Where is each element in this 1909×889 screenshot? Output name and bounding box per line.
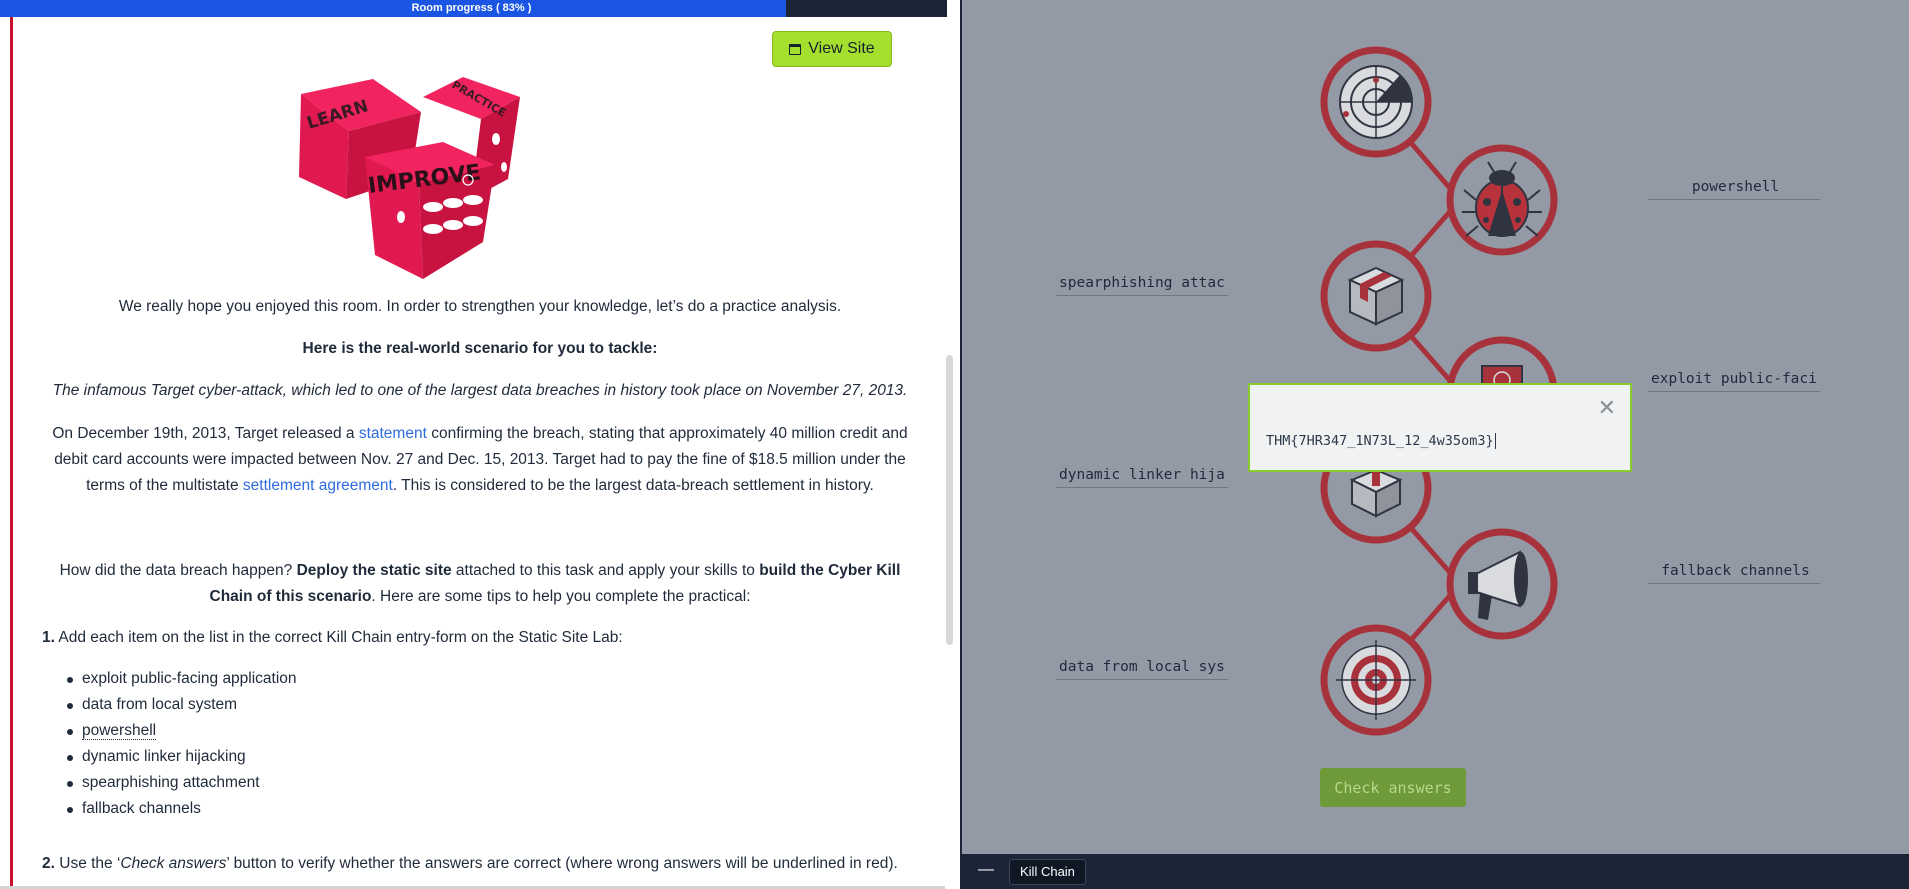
step-1-number: 1. [42, 629, 55, 646]
minimize-icon[interactable]: — [978, 862, 994, 878]
slot-dynamic-linker[interactable]: dynamic linker hija [1056, 464, 1228, 488]
powershell-abbr[interactable]: powershell [82, 722, 157, 740]
list-item: powershell [67, 718, 297, 744]
step-2-number: 2. [42, 855, 55, 872]
radar-icon [1320, 46, 1432, 158]
scenario-summary: The infamous Target cyber-attack, which … [52, 382, 908, 399]
how-bold-1: Deploy the static site [296, 562, 452, 579]
how-paragraph: How did the data breach happen? Deploy t… [41, 558, 919, 610]
close-icon[interactable]: ✕ [1598, 397, 1616, 419]
how-text-2: attached to this task and apply your ski… [451, 562, 760, 579]
check-answers-button[interactable]: Check answers [1320, 768, 1466, 807]
list-item: exploit public-facing application [67, 666, 297, 692]
slot-powershell[interactable]: powershell [1648, 176, 1820, 200]
panel-divider [960, 0, 962, 889]
slot-fallback-channels[interactable]: fallback channels [1648, 560, 1820, 584]
breach-paragraph: On December 19th, 2013, Target released … [41, 421, 919, 499]
flag-value: THM{7HR347_1N73L_12_4w35om3} [1266, 433, 1494, 449]
taskbar-tab-kill-chain[interactable]: Kill Chain [1009, 859, 1086, 885]
megaphone-icon [1446, 528, 1558, 640]
taskbar: — Kill Chain [960, 854, 1909, 889]
step-2: 2. Use the ‘Check answers’ button to ver… [42, 851, 922, 877]
learn-practice-improve-dice-image: LEARN PRACTICE IMPROVE [299, 77, 520, 279]
slot-spearphishing[interactable]: spearphishing attac [1056, 272, 1228, 296]
flag-popup: ✕ THM{7HR347_1N73L_12_4w35om3} [1248, 383, 1632, 472]
list-item: dynamic linker hijacking [67, 744, 297, 770]
ladybug-icon [1446, 144, 1558, 256]
slot-data-local-system[interactable]: data from local sys [1056, 656, 1228, 680]
step-2-text-a: Use the ‘ [54, 855, 121, 872]
task-content: LEARN PRACTICE IMPROVE We really hope yo… [13, 17, 933, 889]
text-caret [1494, 433, 1496, 449]
statement-link[interactable]: statement [359, 425, 427, 442]
step-2-text-b: ’ button to verify whether the answers a… [226, 855, 898, 872]
step-1: 1. Add each item on the list in the corr… [42, 625, 922, 651]
target-icon [1320, 624, 1432, 736]
room-progress-bar: Room progress ( 83% ) [0, 0, 947, 17]
window-icon [789, 43, 802, 55]
step-2-italic: Check answers [120, 855, 227, 872]
step-1-text: Add each item on the list in the correct… [54, 629, 623, 646]
breach-text-3: . This is considered to be the largest d… [392, 477, 874, 494]
how-text-3: . Here are some tips to help you complet… [371, 588, 751, 605]
kill-chain-items-list: exploit public-facing application data f… [67, 666, 297, 822]
list-item: data from local system [67, 692, 297, 718]
package-icon [1320, 240, 1432, 352]
slot-exploit[interactable]: exploit public-faci [1648, 368, 1820, 392]
intro-text: We really hope you enjoyed this room. In… [118, 298, 842, 315]
how-text-1: How did the data breach happen? [59, 562, 297, 579]
list-item: fallback channels [67, 796, 297, 822]
view-site-button[interactable]: View Site [772, 31, 892, 67]
settlement-agreement-link[interactable]: settlement agreement [243, 477, 393, 494]
scenario-heading: Here is the real-world scenario for you … [302, 340, 658, 357]
view-site-label: View Site [808, 40, 875, 57]
list-item: spearphishing attachment [67, 770, 297, 796]
breach-text-1: On December 19th, 2013, Target released … [52, 425, 359, 442]
room-progress-label: Room progress ( 83% ) [411, 2, 532, 14]
room-content-panel: Room progress ( 83% ) LEARN PRACTICE IMP… [0, 0, 960, 889]
content-scrollbar[interactable] [946, 355, 953, 645]
flag-text-field[interactable]: THM{7HR347_1N73L_12_4w35om3} [1266, 433, 1496, 449]
